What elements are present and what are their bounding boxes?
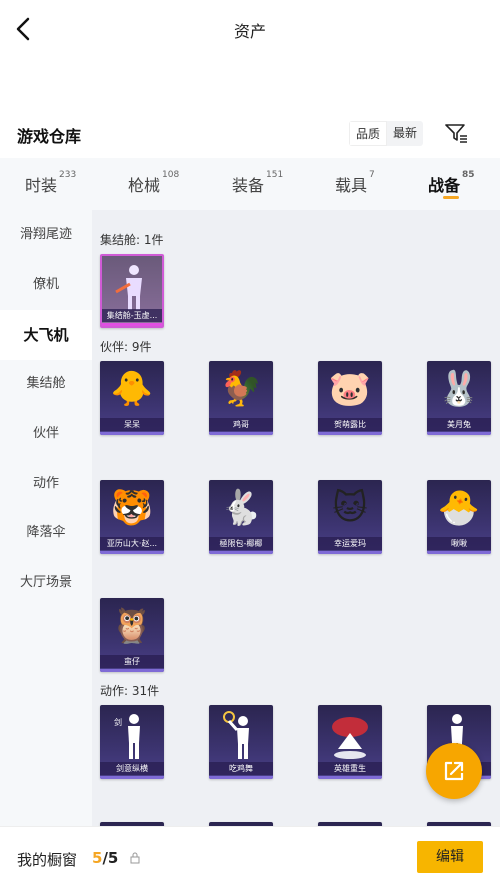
sort-latest-button[interactable]: 最新 bbox=[387, 121, 423, 146]
sidebar-item-parachute[interactable]: 降落伞 bbox=[0, 508, 92, 558]
chick-icon: 🐥 bbox=[110, 369, 154, 409]
item-card[interactable]: 🐇 極限包-椰椰 bbox=[209, 480, 273, 554]
svg-text:剑: 剑 bbox=[114, 717, 122, 727]
filter-icon[interactable] bbox=[444, 121, 468, 145]
character-icon bbox=[115, 265, 142, 310]
item-name: 幸运爱玛 bbox=[318, 537, 382, 550]
item-name: 啾啾 bbox=[427, 537, 491, 550]
sidebar-item-capsule[interactable]: 集结舱 bbox=[0, 359, 92, 409]
sidebar-item-lobby-scene[interactable]: 大厅场景 bbox=[0, 558, 92, 608]
tab-equipment[interactable]: 装备151 bbox=[232, 170, 283, 196]
item-card[interactable]: 🐰 美月兔 bbox=[427, 361, 491, 435]
item-name: 剑意纵横 bbox=[100, 762, 164, 775]
sidebar: 滑翔尾迹 僚机 大飞机 集结舱 伙伴 动作 降落伞 大厅场景 bbox=[0, 210, 92, 830]
item-card[interactable]: 🐷 贺萌露比 bbox=[318, 361, 382, 435]
tab-fashion[interactable]: 时装233 bbox=[25, 170, 76, 196]
showcase-label: 我的橱窗 bbox=[17, 851, 78, 869]
item-card[interactable]: 🐱 幸运爱玛 bbox=[318, 480, 382, 554]
bunny-icon: 🐇 bbox=[219, 488, 263, 528]
pig-icon: 🐷 bbox=[328, 369, 372, 409]
sidebar-item-actions[interactable]: 动作 bbox=[0, 459, 92, 509]
tab-vehicles[interactable]: 载具7 bbox=[335, 170, 375, 196]
item-card[interactable]: 🐣 啾啾 bbox=[427, 480, 491, 554]
share-icon bbox=[444, 761, 464, 781]
hero-emblem-icon bbox=[332, 717, 368, 759]
showcase-bar: 我的橱窗 5/5 编辑 bbox=[0, 826, 500, 885]
top-bar: 资产 bbox=[0, 0, 500, 58]
showcase-count: 5/5 bbox=[92, 849, 119, 867]
dancer-icon bbox=[223, 711, 249, 759]
tiger-icon: 🐯 bbox=[110, 488, 154, 528]
item-name: 蛮仔 bbox=[100, 655, 164, 668]
tab-battle-prep[interactable]: 战备85 bbox=[428, 170, 475, 196]
share-button[interactable] bbox=[426, 743, 482, 799]
sort-toggle: 品质 最新 bbox=[349, 121, 424, 146]
pink-creature-icon: 🐣 bbox=[437, 488, 481, 528]
sidebar-item-partners[interactable]: 伙伴 bbox=[0, 409, 92, 459]
item-card[interactable]: 🐯 亚历山大·赵... bbox=[100, 480, 164, 554]
sort-quality-button[interactable]: 品质 bbox=[349, 121, 388, 146]
item-name: 美月兔 bbox=[427, 418, 491, 431]
dancer-icon: 剑 bbox=[114, 714, 140, 759]
item-card[interactable]: 🦉 蛮仔 bbox=[100, 598, 164, 672]
page-title: 资产 bbox=[233, 22, 266, 41]
sidebar-item-glide-trail[interactable]: 滑翔尾迹 bbox=[0, 210, 92, 260]
sidebar-item-wingman[interactable]: 僚机 bbox=[0, 260, 92, 310]
item-name: 贺萌露比 bbox=[318, 418, 382, 431]
item-name: 極限包-椰椰 bbox=[209, 537, 273, 550]
rooster-icon: 🐓 bbox=[219, 369, 263, 409]
item-name: 英雄重生 bbox=[318, 762, 382, 775]
item-card[interactable]: 🐥 呆呆 bbox=[100, 361, 164, 435]
rabbit-girl-icon: 🐰 bbox=[437, 369, 481, 409]
lock-icon bbox=[130, 852, 140, 864]
item-card[interactable]: 剑 剑意纵横 bbox=[100, 705, 164, 779]
cat-icon: 🐱 bbox=[332, 488, 368, 528]
edit-button[interactable]: 编辑 bbox=[417, 841, 483, 873]
item-name: 亚历山大·赵... bbox=[100, 537, 164, 550]
item-name: 鸡哥 bbox=[209, 418, 273, 431]
category-tabs: 时装233 枪械108 装备151 载具7 战备85 bbox=[0, 158, 500, 210]
active-tab-indicator bbox=[443, 196, 459, 199]
item-name: 呆呆 bbox=[100, 418, 164, 431]
item-card[interactable]: 吃鸡舞 bbox=[209, 705, 273, 779]
item-card[interactable]: 英雄重生 bbox=[318, 705, 382, 779]
tab-guns[interactable]: 枪械108 bbox=[128, 170, 179, 196]
item-name: 吃鸡舞 bbox=[209, 762, 273, 775]
item-card[interactable]: 🐓 鸡哥 bbox=[209, 361, 273, 435]
section-label-partners: 伙伴: 9件 bbox=[100, 340, 152, 354]
item-grid: 集结舱: 1件 集结舱-玉虚... 伙伴: 9件 🐥 呆呆 🐓 鸡哥 🐷 贺萌露… bbox=[92, 210, 500, 830]
section-label-capsule: 集结舱: 1件 bbox=[100, 233, 164, 247]
section-label-actions: 动作: 31件 bbox=[100, 684, 160, 698]
owl-icon: 🦉 bbox=[110, 606, 154, 646]
item-name: 集结舱-玉虚... bbox=[102, 309, 162, 322]
sidebar-item-big-plane[interactable]: 大飞机 bbox=[0, 310, 92, 360]
item-card[interactable]: 集结舱-玉虚... bbox=[100, 254, 164, 328]
warehouse-title: 游戏仓库 bbox=[17, 127, 82, 146]
